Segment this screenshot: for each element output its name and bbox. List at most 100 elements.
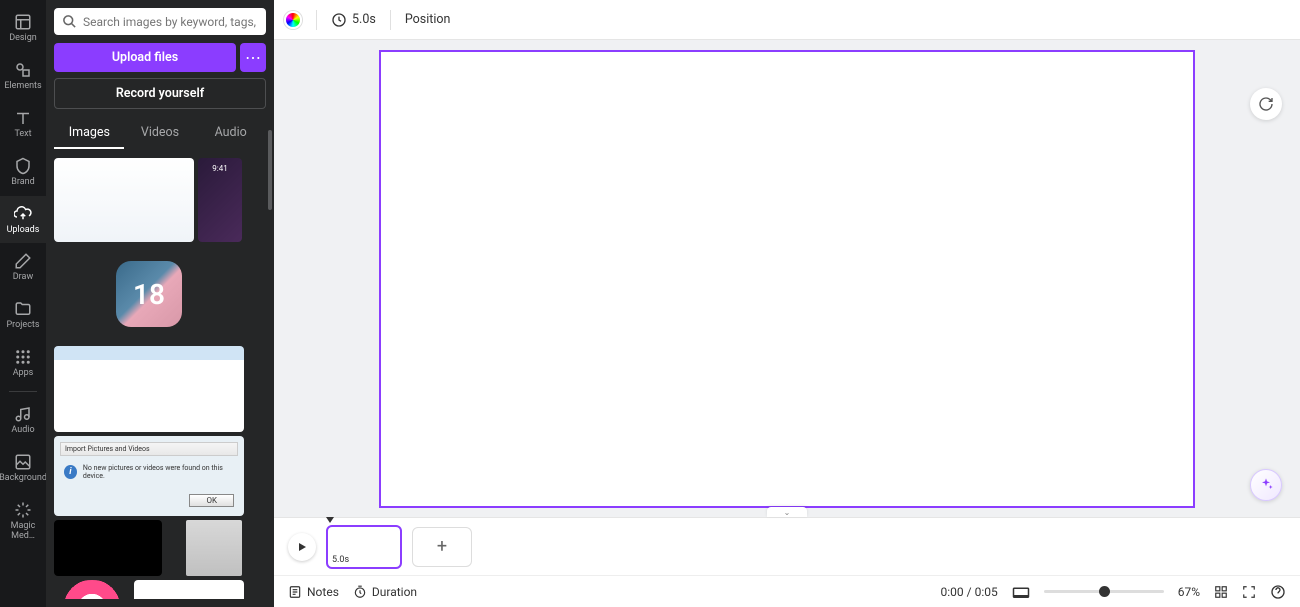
tab-images[interactable]: Images (54, 117, 125, 150)
upload-thumbnail[interactable] (198, 158, 242, 242)
fullscreen-button[interactable] (1242, 585, 1256, 599)
page-expand-handle[interactable]: ⌄ (767, 507, 807, 517)
rail-label: Background (0, 474, 47, 484)
left-rail: Design Elements Text Brand Uploads Draw … (0, 0, 46, 607)
sparkle-icon (1258, 477, 1274, 493)
position-button[interactable]: Position (405, 12, 451, 27)
upload-thumbnail[interactable]: 18 (54, 246, 244, 342)
rail-label: Design (9, 34, 37, 44)
upload-thumbnail[interactable] (54, 158, 194, 242)
dialog-title: Import Pictures and Videos (60, 442, 238, 456)
uploads-icon (13, 204, 33, 224)
zoom-slider[interactable] (1044, 590, 1164, 593)
notes-button[interactable]: Notes (288, 585, 339, 599)
play-button[interactable] (288, 533, 316, 561)
magic-button[interactable] (1250, 469, 1282, 501)
animate-button[interactable]: 5.0s (331, 12, 376, 28)
divider (390, 10, 391, 30)
zoom-level[interactable]: 67% (1178, 585, 1200, 599)
rail-background[interactable]: Background (0, 444, 46, 492)
rail-label: Apps (13, 369, 34, 379)
play-icon (296, 541, 308, 553)
more-icon: ⋯ (245, 48, 261, 67)
background-icon (13, 452, 33, 472)
duration-label: 5.0s (352, 12, 376, 27)
magic-icon (13, 500, 33, 520)
divider (316, 10, 317, 30)
rail-magic-media[interactable]: Magic Med… (0, 492, 46, 550)
rail-label: Draw (13, 273, 33, 283)
time-display: 0:00 / 0:05 (941, 585, 998, 599)
elements-icon (13, 60, 33, 80)
notes-icon (288, 585, 302, 599)
tab-videos[interactable]: Videos (125, 117, 196, 150)
rail-design[interactable]: Design (0, 4, 46, 52)
rail-divider (9, 391, 37, 392)
audio-icon (13, 404, 33, 424)
search-field[interactable] (54, 8, 266, 35)
brand-icon (13, 156, 33, 176)
grid-view-button[interactable] (1214, 585, 1228, 599)
editor-area: 5.0s Position ⌄ 5.0s + No (274, 0, 1300, 607)
rail-apps[interactable]: Apps (0, 339, 46, 387)
upload-thumbnail[interactable]: Import Pictures and Videos i No new pictu… (54, 436, 244, 516)
tab-audio[interactable]: Audio (195, 117, 266, 150)
rail-elements[interactable]: Elements (0, 52, 46, 100)
canvas-viewport[interactable]: ⌄ (274, 40, 1300, 517)
rail-label: Text (14, 130, 31, 140)
refresh-icon (1258, 96, 1274, 112)
record-yourself-button[interactable]: Record yourself (54, 78, 266, 109)
add-page-button[interactable]: + (412, 527, 472, 567)
help-button[interactable] (1270, 584, 1286, 600)
rail-label: Brand (11, 178, 34, 188)
search-input[interactable] (83, 15, 258, 29)
projects-icon (13, 299, 33, 319)
uploads-panel: Upload files ⋯ Record yourself Images Vi… (46, 0, 274, 607)
canvas-page[interactable] (379, 50, 1195, 508)
scrollbar[interactable] (268, 130, 272, 210)
info-icon: i (64, 465, 77, 479)
duration-icon (353, 585, 367, 599)
notes-label: Notes (307, 585, 339, 599)
timeline: 5.0s + Notes Duration 0:00 / 0:05 67% (274, 517, 1300, 607)
upload-thumbnail[interactable] (186, 520, 242, 576)
view-mode-button[interactable] (1012, 585, 1030, 599)
rail-text[interactable]: Text (0, 100, 46, 148)
rail-label: Projects (7, 321, 40, 331)
grid-icon (1214, 585, 1228, 599)
design-icon (13, 12, 33, 32)
clock-icon (331, 12, 347, 28)
rail-label: Uploads (7, 226, 40, 236)
top-toolbar: 5.0s Position (274, 0, 1300, 40)
rail-label: Audio (11, 426, 34, 436)
media-tabs: Images Videos Audio (54, 117, 266, 150)
duration-label: Duration (372, 585, 417, 599)
upload-more-button[interactable]: ⋯ (240, 43, 266, 72)
search-icon (62, 14, 77, 29)
timeline-clip[interactable]: 5.0s (326, 525, 402, 569)
upload-thumbnail[interactable] (134, 580, 244, 599)
upload-thumbnail[interactable] (54, 580, 130, 599)
text-icon (13, 108, 33, 128)
duration-button[interactable]: Duration (353, 585, 417, 599)
rail-label: Elements (4, 82, 41, 92)
rail-projects[interactable]: Projects (0, 291, 46, 339)
upload-files-button[interactable]: Upload files (54, 43, 236, 72)
uploads-gallery: 18 Import Pictures and Videos i No new pi… (54, 158, 266, 599)
dialog-ok: OK (189, 494, 234, 507)
draw-icon (13, 251, 33, 271)
rail-draw[interactable]: Draw (0, 243, 46, 291)
upload-thumbnail[interactable] (54, 346, 244, 432)
rail-brand[interactable]: Brand (0, 148, 46, 196)
rail-label: Magic Med… (0, 522, 46, 542)
dialog-message: No new pictures or videos were found on … (83, 464, 234, 480)
rail-uploads[interactable]: Uploads (0, 196, 46, 244)
help-icon (1270, 584, 1286, 600)
slide-view-icon (1012, 585, 1030, 599)
page-color-button[interactable] (284, 11, 302, 29)
regenerate-button[interactable] (1250, 88, 1282, 120)
rail-audio[interactable]: Audio (0, 396, 46, 444)
clip-duration: 5.0s (332, 555, 349, 565)
plus-icon: + (437, 536, 447, 557)
upload-thumbnail[interactable] (54, 520, 162, 576)
